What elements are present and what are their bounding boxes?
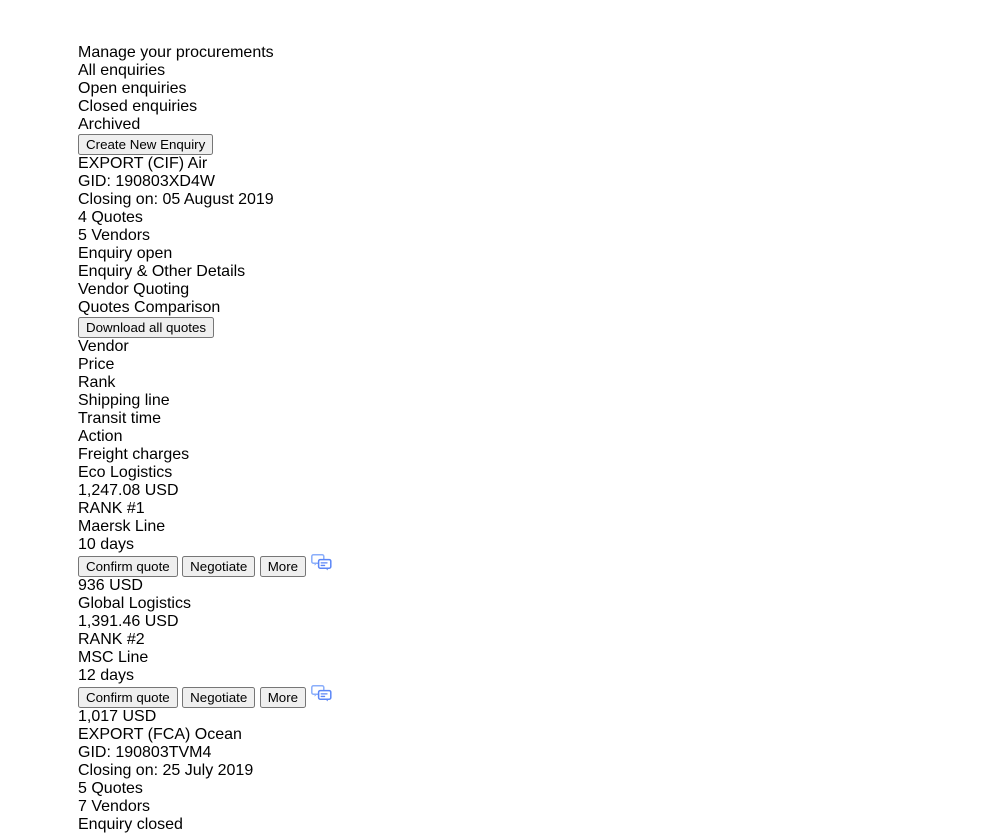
vendor-rank: RANK #1 — [78, 500, 145, 517]
negotiate-button[interactable]: Negotiate — [182, 556, 256, 577]
vendor-column: Eco Logistics 1,247.08 USD RANK #1 Maers… — [78, 464, 922, 595]
label-price: Price — [78, 356, 115, 373]
chat-icon[interactable] — [310, 685, 332, 706]
more-label: More — [267, 559, 299, 574]
enquiry-status-badge: Enquiry open — [78, 245, 173, 262]
page-title: Manage your procurements — [78, 44, 274, 61]
vendor-transit-time: 10 days — [78, 536, 135, 553]
subtab-vendor-quoting[interactable]: Vendor Quoting — [78, 281, 922, 299]
vendor-price: 1,247.08 USD — [78, 482, 179, 499]
subtab-enquiry-other-details[interactable]: Enquiry & Other Details — [78, 263, 922, 281]
tab-all-enquiries[interactable]: All enquiries — [78, 62, 922, 80]
more-label: More — [267, 690, 299, 705]
enquiry-vendor-count: 5 Vendors — [78, 227, 151, 244]
enquiry-status-badge: Enquiry closed — [78, 816, 183, 833]
enquiry-vendor-count: 7 Vendors — [78, 798, 151, 815]
vendor-shipping-line: MSC Line — [78, 649, 149, 666]
tab-open-enquiries[interactable]: Open enquiries — [78, 80, 922, 98]
more-dropdown-button[interactable]: More — [259, 687, 307, 708]
vendor-action-group: Confirm quote Negotiate More — [78, 554, 922, 577]
enquiry-subtabs: Enquiry & Other Details Vendor Quoting Q… — [78, 263, 922, 338]
negotiate-button[interactable]: Negotiate — [182, 687, 256, 708]
label-shipping-line: Shipping line — [78, 392, 170, 409]
enquiry-summary-row[interactable]: EXPORT (CIF) Air GID: 190803XD4W Closing… — [78, 155, 922, 263]
vendor-freight-charges: 936 USD — [78, 577, 143, 594]
vendor-name: Global Logistics — [78, 595, 191, 612]
quotes-comparison-table: Vendor Price Rank Shipping line Transit … — [78, 338, 922, 726]
subtab-quotes-comparison[interactable]: Quotes Comparison — [78, 299, 922, 317]
comparison-label-column: Vendor Price Rank Shipping line Transit … — [78, 338, 922, 464]
vendor-action-group: Confirm quote Negotiate More — [78, 685, 922, 708]
more-dropdown-button[interactable]: More — [259, 556, 307, 577]
confirm-quote-button[interactable]: Confirm quote — [78, 556, 178, 577]
label-action: Action — [78, 428, 123, 445]
tab-archived[interactable]: Archived — [78, 116, 922, 134]
label-transit-time: Transit time — [78, 410, 161, 427]
tab-closed-enquiries[interactable]: Closed enquiries — [78, 98, 922, 116]
page-header: Manage your procurements All enquiries O… — [78, 44, 922, 155]
main-tabs: All enquiries Open enquiries Closed enqu… — [78, 62, 922, 155]
enquiry-closing-date: Closing on: 05 August 2019 — [78, 191, 274, 208]
enquiry-gid: GID: 190803XD4W — [78, 173, 215, 190]
confirm-quote-button[interactable]: Confirm quote — [78, 687, 178, 708]
vendor-rank: RANK #2 — [78, 631, 145, 648]
vendor-price: 1,391.46 USD — [78, 613, 179, 630]
enquiry-quote-count: 5 Quotes — [78, 780, 143, 797]
label-freight-charges: Freight charges — [78, 446, 190, 463]
enquiry-closing-date: Closing on: 25 July 2019 — [78, 762, 254, 779]
app-window: Manage your procurements All enquiries O… — [78, 44, 922, 833]
download-all-quotes-button[interactable]: Download all quotes — [78, 317, 215, 338]
label-rank: Rank — [78, 374, 116, 391]
vendor-shipping-line: Maersk Line — [78, 518, 166, 535]
enquiry-quote-count: 4 Quotes — [78, 209, 143, 226]
vendor-transit-time: 12 days — [78, 667, 135, 684]
enquiry-type: EXPORT (CIF) Air — [78, 155, 208, 172]
enquiry-gid: GID: 190803TVM4 — [78, 744, 212, 761]
label-vendor: Vendor — [78, 338, 129, 355]
vendor-freight-charges: 1,017 USD — [78, 708, 157, 725]
vendor-column: Global Logistics 1,391.46 USD RANK #2 MS… — [78, 595, 922, 726]
screenshot-root: Manage your procurements All enquiries O… — [0, 0, 1000, 833]
chat-icon[interactable] — [310, 554, 332, 575]
enquiry-type: EXPORT (FCA) Ocean — [78, 726, 242, 743]
create-new-enquiry-button[interactable]: Create New Enquiry — [78, 134, 214, 155]
vendor-name: Eco Logistics — [78, 464, 173, 481]
enquiry-summary-row[interactable]: EXPORT (FCA) Ocean GID: 190803TVM4 Closi… — [78, 726, 922, 834]
